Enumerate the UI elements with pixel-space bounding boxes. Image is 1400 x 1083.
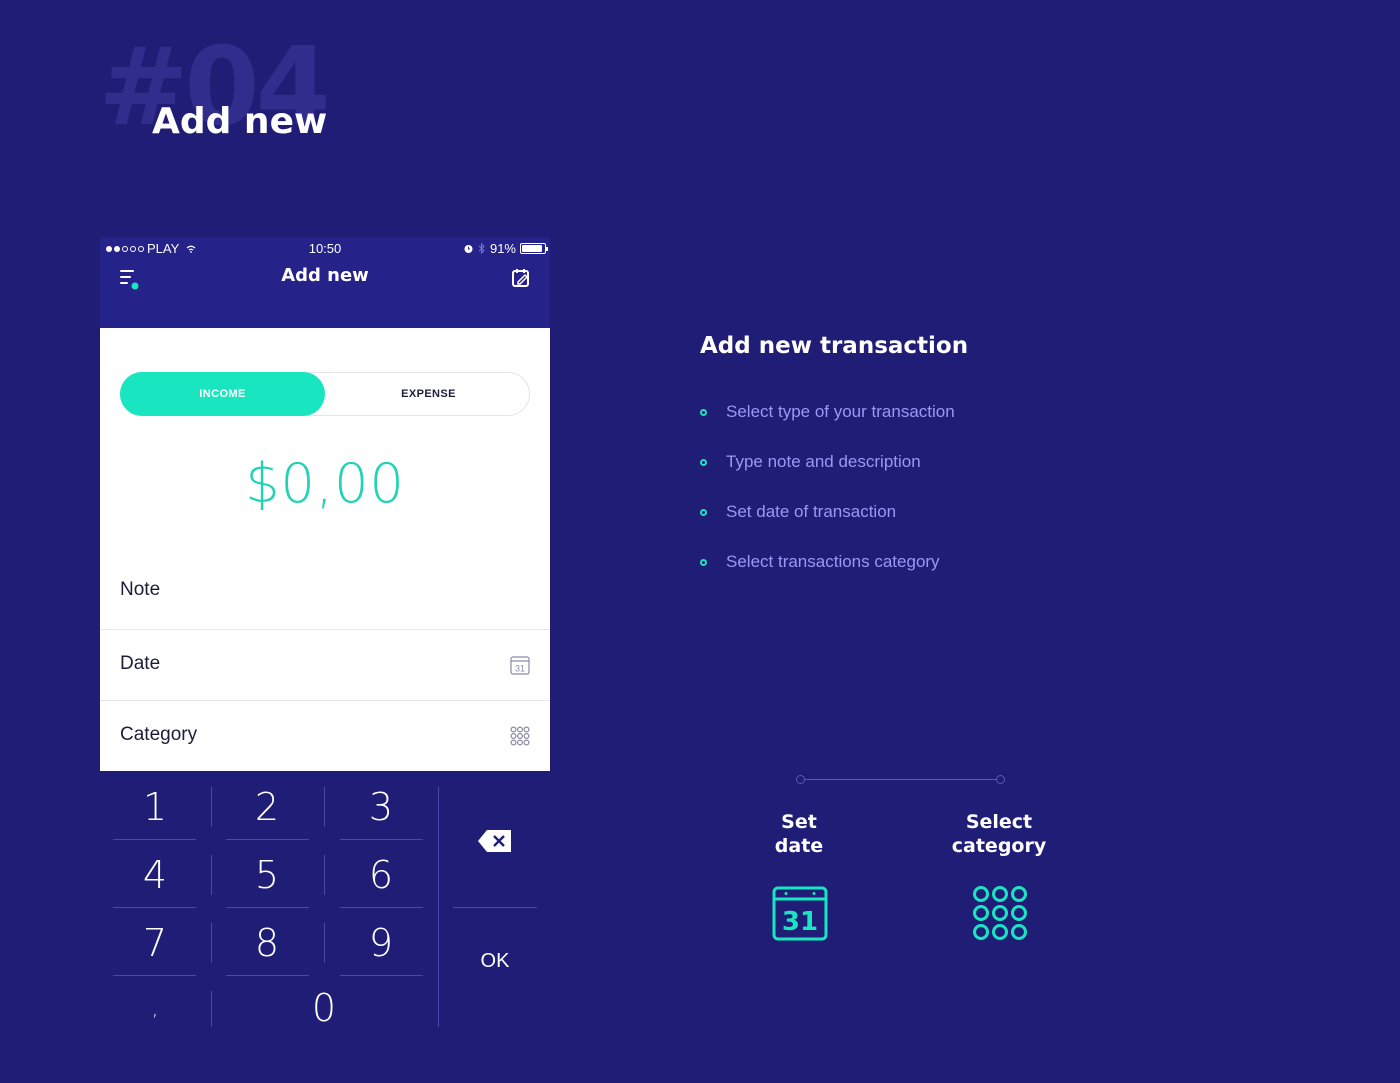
phone-screen: PLAY 10:50 91% Add new INCOME EXPENSE $0… bbox=[100, 237, 550, 1037]
key-7[interactable]: 7 bbox=[110, 915, 200, 971]
calendar-icon: 31 bbox=[510, 656, 530, 675]
backspace-icon bbox=[478, 830, 511, 852]
key-comma[interactable]: , bbox=[110, 983, 200, 1033]
key-6[interactable]: 6 bbox=[336, 847, 426, 903]
key-9[interactable]: 9 bbox=[336, 915, 426, 971]
key-2[interactable]: 2 bbox=[222, 779, 312, 835]
step-label-date: Set date bbox=[729, 810, 869, 858]
grid-icon bbox=[510, 726, 530, 746]
bullet-item: Select transactions category bbox=[700, 552, 940, 572]
step-label-category: Select category bbox=[929, 810, 1069, 858]
grid-icon bbox=[973, 886, 1027, 940]
step-category-line2: category bbox=[951, 835, 1047, 857]
bullet-dot-icon bbox=[700, 508, 707, 516]
expense-tab[interactable]: EXPENSE bbox=[326, 372, 531, 416]
date-label: Date bbox=[120, 653, 161, 674]
ok-key[interactable]: OK bbox=[450, 921, 540, 1001]
step-node bbox=[796, 775, 805, 784]
bullet-dot-icon bbox=[700, 408, 707, 416]
nav-title: Add new bbox=[281, 265, 369, 286]
calendar-icon-day: 31 bbox=[515, 664, 525, 674]
bullet-item: Type note and description bbox=[700, 452, 921, 472]
section-title: Add new bbox=[152, 101, 328, 142]
battery-percent: 91% bbox=[489, 241, 516, 256]
date-field[interactable]: Date 31 bbox=[100, 629, 550, 699]
key-1[interactable]: 1 bbox=[110, 779, 200, 835]
bullet-item: Select type of your transaction bbox=[700, 402, 955, 422]
bullet-text: Set date of transaction bbox=[726, 502, 897, 521]
key-5[interactable]: 5 bbox=[222, 847, 312, 903]
income-tab[interactable]: INCOME bbox=[120, 372, 325, 416]
bullet-dot-icon bbox=[700, 458, 707, 466]
status-bar: PLAY 10:50 91% bbox=[100, 237, 550, 259]
bullet-dot-icon bbox=[700, 558, 707, 566]
category-field[interactable]: Category bbox=[100, 700, 550, 770]
key-4[interactable]: 4 bbox=[110, 847, 200, 903]
alarm-icon bbox=[464, 245, 473, 253]
numeric-keypad: 1 2 3 4 5 6 7 8 9 , 0 OK bbox=[100, 771, 550, 1037]
note-field[interactable]: Note bbox=[100, 556, 550, 626]
step-node bbox=[996, 775, 1005, 784]
transaction-form: INCOME EXPENSE $0,00 Note Date 31 Catego… bbox=[100, 328, 550, 771]
step-date-line1: Set bbox=[781, 811, 817, 833]
type-toggle[interactable]: INCOME EXPENSE bbox=[120, 372, 530, 416]
key-0[interactable]: 0 bbox=[222, 983, 426, 1033]
bluetooth-icon bbox=[478, 243, 485, 254]
key-8[interactable]: 8 bbox=[222, 915, 312, 971]
battery-icon bbox=[520, 243, 548, 254]
key-3[interactable]: 3 bbox=[336, 779, 426, 835]
step-calendar-day: 31 bbox=[782, 907, 818, 937]
step-date-line2: date bbox=[774, 835, 824, 857]
bullet-text: Type note and description bbox=[726, 452, 921, 471]
bullet-text: Select type of your transaction bbox=[726, 402, 955, 421]
note-label: Note bbox=[120, 579, 161, 600]
bullet-text: Select transactions category bbox=[726, 552, 940, 571]
amount-display: $0,00 bbox=[245, 452, 405, 515]
category-label: Category bbox=[120, 724, 198, 745]
status-right: 91% bbox=[463, 241, 548, 256]
calendar-edit-icon[interactable] bbox=[510, 267, 532, 289]
step-category-line1: Select bbox=[965, 811, 1033, 833]
backspace-key[interactable] bbox=[450, 801, 540, 881]
step-connector bbox=[800, 779, 1000, 780]
calendar-icon: 31 bbox=[772, 886, 828, 941]
page: #04 Add new PLAY 10:50 91% Add new INCOM… bbox=[0, 0, 1400, 1083]
bullet-item: Set date of transaction bbox=[700, 502, 896, 522]
info-title: Add new transaction bbox=[700, 333, 969, 359]
